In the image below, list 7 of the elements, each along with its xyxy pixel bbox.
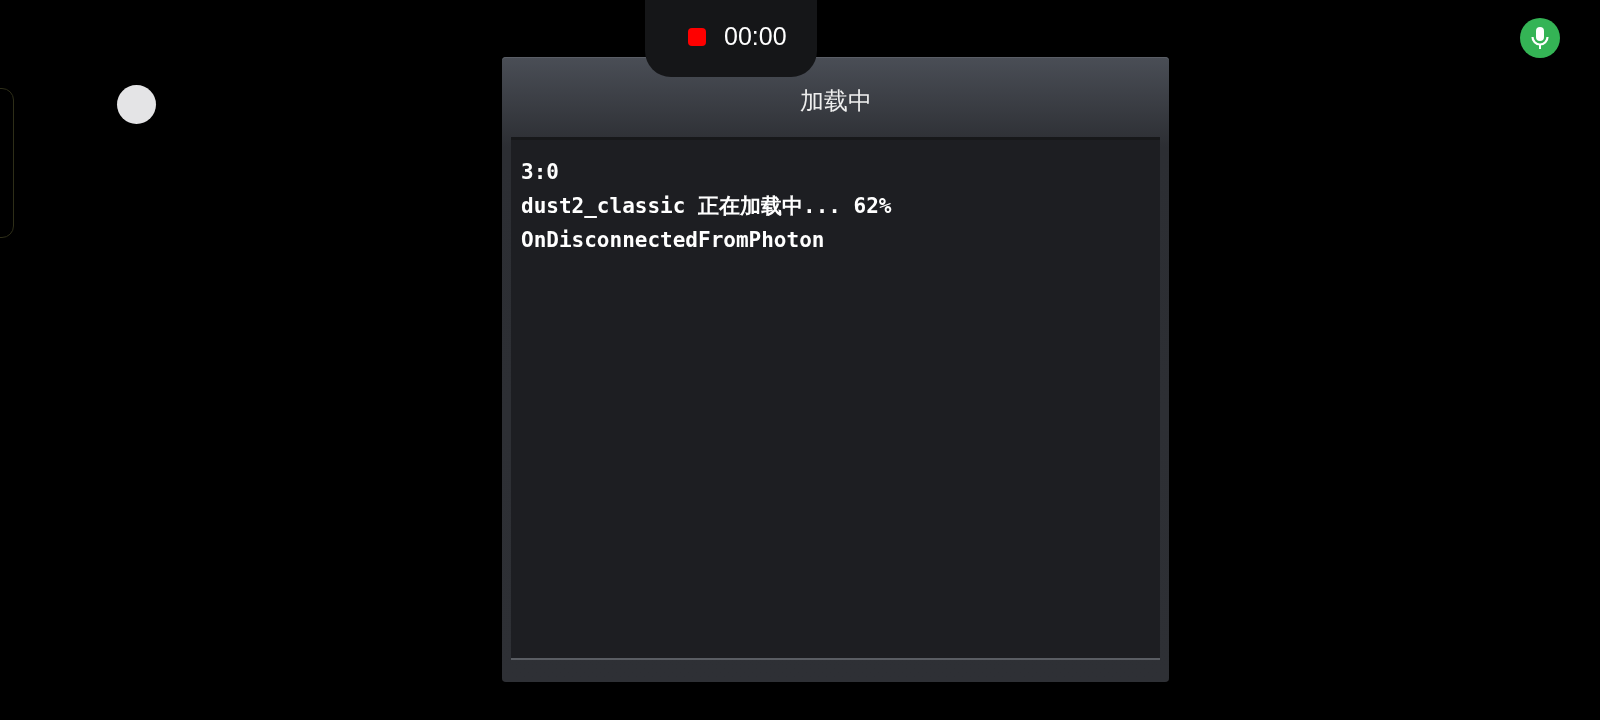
dialog-title: 加载中: [799, 86, 872, 117]
log-line: dust2_classic 正在加载中... 62%: [521, 193, 893, 220]
recording-timer: 00:00: [724, 22, 787, 51]
log-line: OnDisconnectedFromPhoton: [521, 227, 826, 254]
floating-button[interactable]: [117, 85, 156, 124]
log-line: 3:0: [521, 159, 560, 186]
microphone-icon[interactable]: [1520, 18, 1560, 58]
